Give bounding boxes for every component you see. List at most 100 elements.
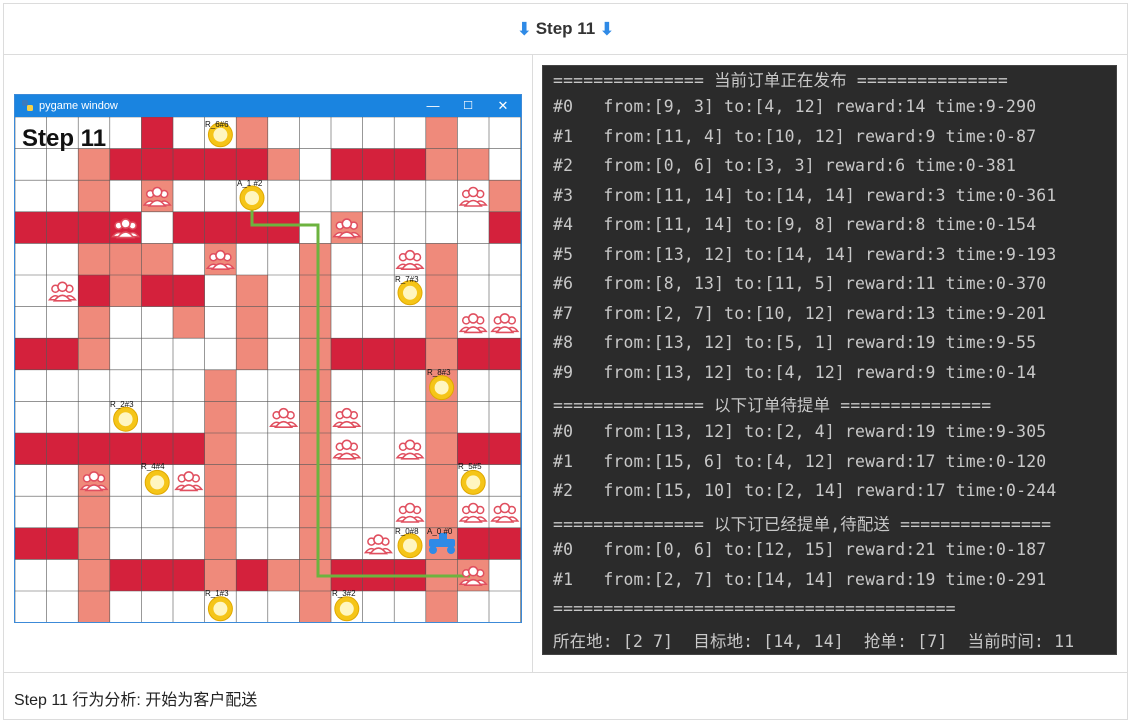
person-icon [47, 281, 77, 302]
console-line: #7 from:[2, 7] to:[10, 12] reward:13 tim… [553, 304, 1047, 323]
grid-cell [78, 275, 110, 307]
grid-cell [204, 211, 237, 244]
marker-r7: R_7#3 [395, 275, 419, 284]
grid-cell [299, 401, 331, 433]
console-line: #5 from:[13, 12] to:[14, 14] reward:3 ti… [553, 245, 1057, 264]
coin-icon [239, 185, 265, 211]
column-divider [532, 54, 533, 672]
coin-icon [460, 469, 486, 495]
arrow-down-icon: ⬇ [599, 18, 615, 39]
grid-cell [204, 369, 237, 402]
console-output[interactable]: =============== 当前订单正在发布 ===============… [542, 65, 1117, 655]
coin-icon [144, 469, 170, 495]
console-line: 所在地: [2 7] 目标地: [14, 14] 抢单: [7] 当前时间: 1… [553, 632, 1075, 651]
grid-cell [204, 496, 237, 528]
person-icon [363, 534, 393, 555]
grid-cell [204, 559, 237, 591]
grid-cell [489, 527, 521, 560]
grid-cell [78, 306, 110, 339]
grid-cell [78, 148, 110, 181]
grid-cell [204, 527, 237, 560]
marker-r1: R_1#3 [205, 589, 229, 598]
person-icon [458, 313, 488, 334]
coin-icon [429, 375, 455, 401]
grid-cell [425, 401, 458, 433]
grid-cell [204, 433, 237, 465]
grid-cell [141, 559, 173, 591]
grid-cell [15, 527, 47, 560]
grid-cell [204, 148, 237, 181]
person-icon [395, 439, 425, 460]
grid-cell [141, 433, 173, 465]
grid-cell [204, 464, 237, 497]
marker-a0: A_0 #0 [427, 527, 453, 536]
person-icon [174, 471, 204, 492]
grid-cell [267, 148, 300, 181]
grid-cell [299, 275, 331, 307]
grid-cell [236, 559, 268, 591]
maximize-button[interactable]: ☐ [460, 98, 476, 114]
grid-cell [425, 433, 458, 465]
minimize-button[interactable]: — [425, 98, 441, 114]
console-line: =============== 以下订单待提单 =============== [553, 396, 992, 415]
console-line: #4 from:[11, 14] to:[9, 8] reward:8 time… [553, 215, 1037, 234]
grid-cell [15, 433, 47, 465]
step-label: Step 11 [22, 125, 106, 152]
grid-cell [425, 591, 458, 622]
grid-cell [394, 148, 426, 181]
grid-cell [46, 338, 79, 370]
arrow-down-icon: ⬇ [516, 18, 532, 39]
coin-icon [113, 406, 139, 432]
console-line: #2 from:[0, 6] to:[3, 3] reward:6 time:0… [553, 156, 1017, 175]
grid-cell [267, 559, 300, 591]
grid-cell [489, 211, 521, 244]
person-icon [269, 407, 299, 429]
grid-cell [173, 275, 205, 307]
close-button[interactable]: ✕ [495, 98, 511, 114]
grid-cell [78, 559, 110, 591]
grid-cell [204, 401, 237, 433]
person-icon [332, 407, 362, 429]
grid-cell [109, 243, 142, 275]
grid-cell [299, 243, 331, 275]
grid-cell [425, 338, 458, 370]
pygame-titlebar[interactable]: pygame window — ☐ ✕ [15, 95, 521, 117]
grid-cell [299, 591, 331, 622]
marker-r8: R_8#3 [427, 368, 451, 377]
grid-cell [457, 148, 489, 181]
grid-cell [78, 243, 110, 275]
console-line: ======================================== [553, 599, 956, 618]
grid-cell [109, 433, 142, 465]
console-line: #1 from:[2, 7] to:[14, 14] reward:19 tim… [553, 570, 1047, 589]
console-line: #9 from:[13, 12] to:[4, 12] reward:9 tim… [553, 363, 1037, 382]
grid-cell [109, 559, 142, 591]
pygame-window-title: pygame window [39, 100, 118, 112]
console-line: =============== 当前订单正在发布 =============== [553, 71, 1008, 90]
grid-cell [425, 496, 458, 528]
grid-cell [299, 369, 331, 402]
grid-cell [15, 211, 47, 244]
console-line: =============== 以下订已经提单,待配送 ============… [553, 515, 1052, 534]
marker-r3: R_3#2 [332, 589, 356, 598]
grid-cell [457, 433, 489, 465]
person-icon [490, 313, 520, 334]
grid-cell [141, 243, 173, 275]
python-logo-icon [22, 100, 33, 111]
console-line: #3 from:[11, 14] to:[14, 14] reward:3 ti… [553, 186, 1057, 205]
marker-r6: R_6#6 [205, 120, 229, 129]
console-line: #1 from:[15, 6] to:[4, 12] reward:17 tim… [553, 452, 1047, 471]
grid-cell [141, 117, 173, 149]
pygame-window[interactable]: pygame window — ☐ ✕ Step 11 A_0 #0 R_6#6… [14, 94, 522, 623]
grid-cell [362, 338, 395, 370]
grid-cell [425, 243, 458, 275]
marker-a1: A_1 #2 [237, 179, 263, 188]
grid-cell [236, 148, 268, 181]
console-line: #2 from:[15, 10] to:[2, 14] reward:17 ti… [553, 481, 1057, 500]
coin-icon [397, 280, 423, 306]
grid-cell [299, 306, 331, 339]
grid-cell [46, 527, 79, 560]
marker-r2: R_2#3 [110, 400, 134, 409]
grid-cell [267, 211, 300, 244]
grid-cell [46, 211, 79, 244]
grid-cell [236, 306, 268, 339]
